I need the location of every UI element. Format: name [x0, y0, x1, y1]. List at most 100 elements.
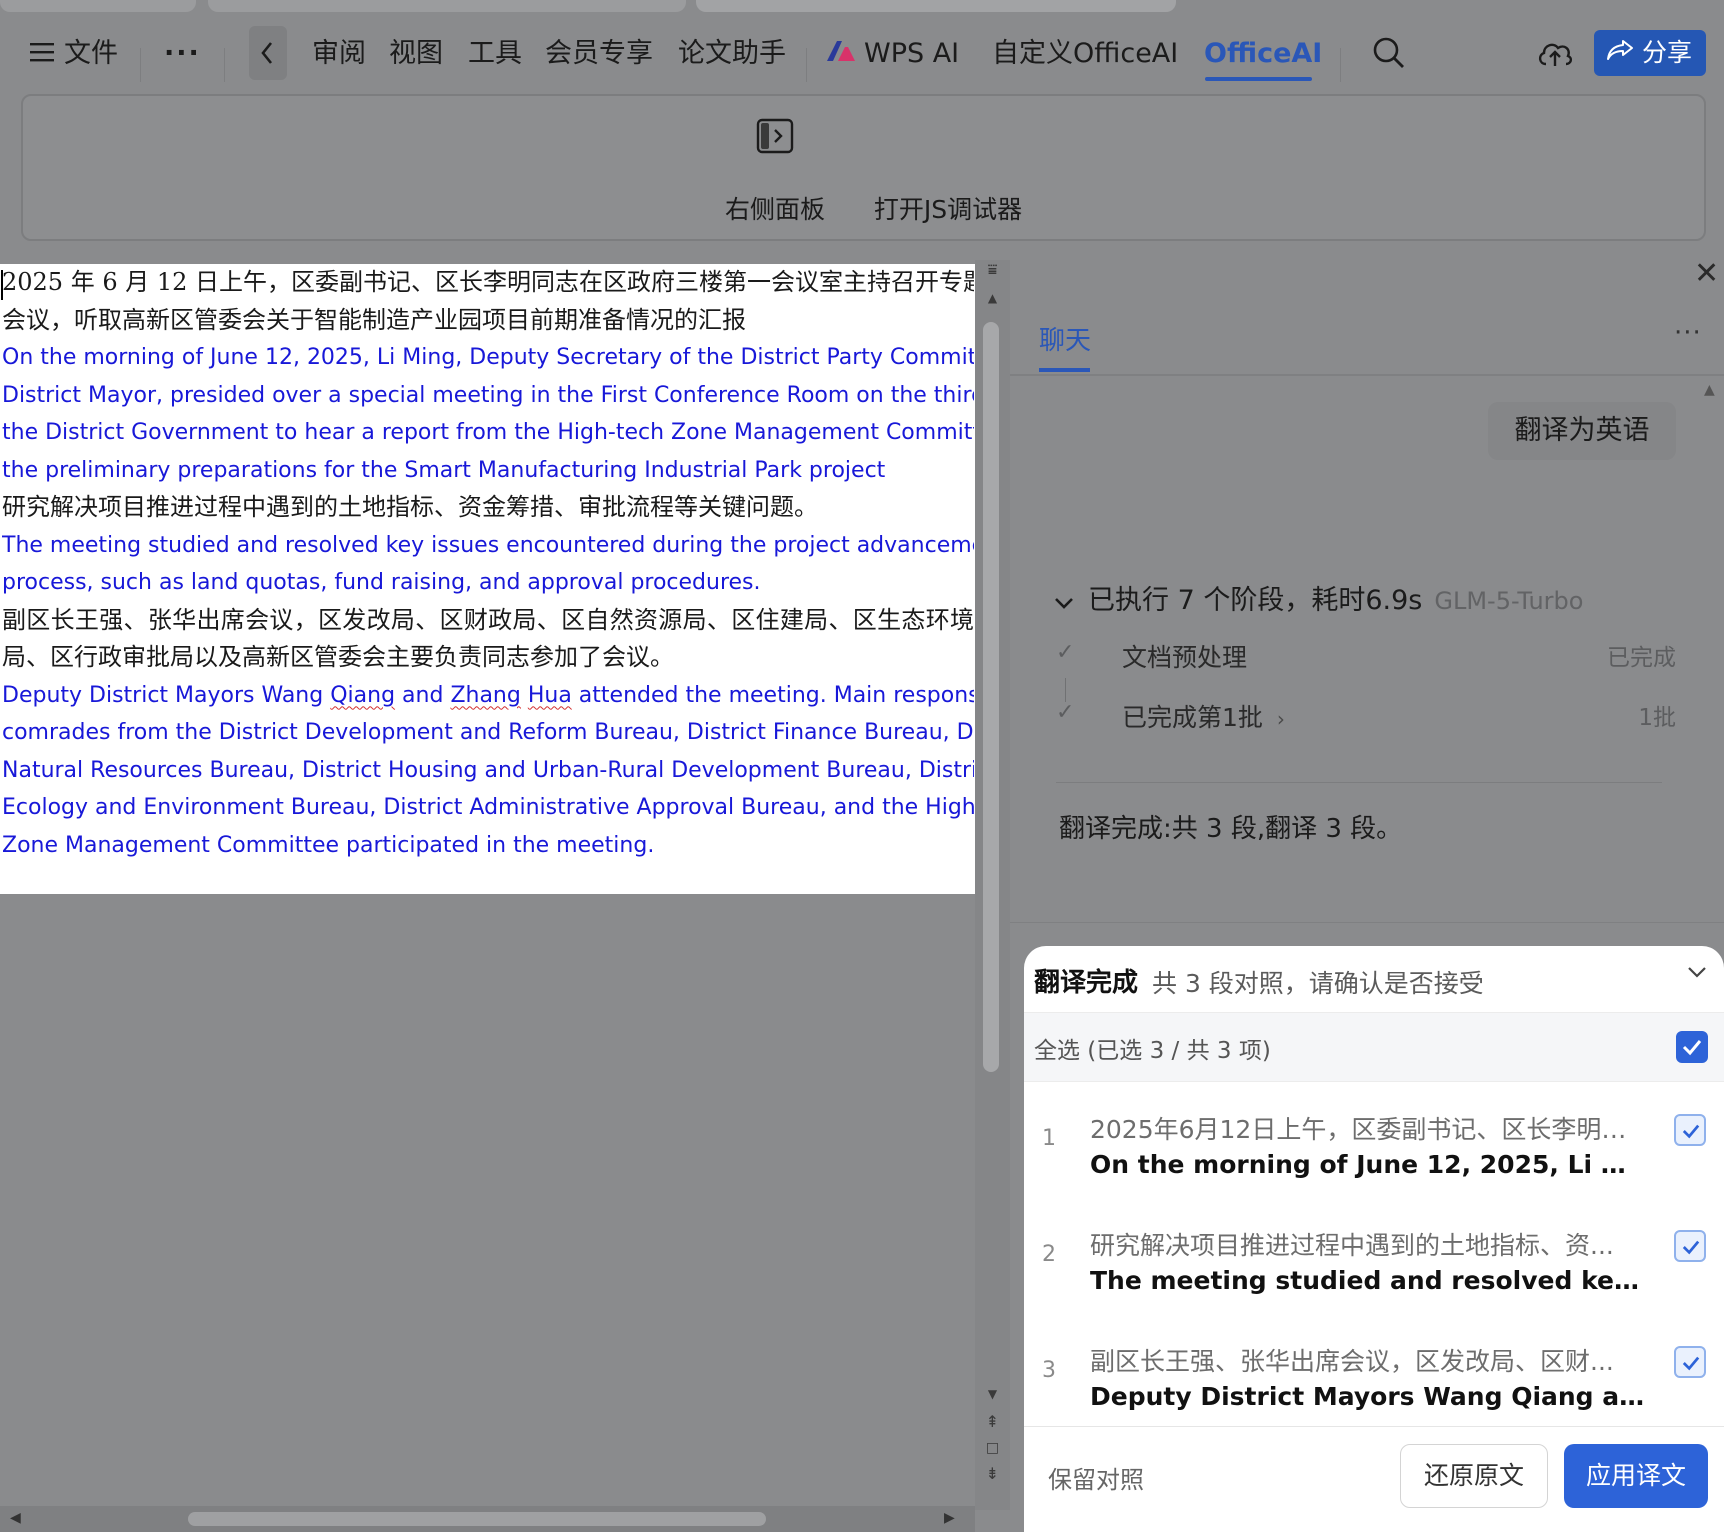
- scroll-down-arrow-icon[interactable]: ▼: [975, 1384, 1010, 1404]
- check-icon: ✓: [1056, 700, 1075, 725]
- menu-wps-ai[interactable]: WPS AI: [826, 32, 959, 76]
- list-item[interactable]: 2 研究解决项目推进过程中遇到的土地指标、资... The meeting st…: [1024, 1216, 1724, 1326]
- document-body[interactable]: 2025 年 6 月 12 日上午，区委副书记、区长李明同志在区政府三楼第一会议…: [2, 264, 974, 864]
- step-label: 已完成第1批 ›: [1122, 698, 1285, 734]
- window-tab-active[interactable]: [696, 0, 1176, 12]
- checkbox-checked-icon: [1682, 1124, 1700, 1139]
- result-message: 翻译完成:共 3 段,翻译 3 段。: [1059, 814, 1403, 844]
- step-label: 文档预处理: [1122, 643, 1248, 672]
- next-page-icon[interactable]: ⇟: [975, 1464, 1010, 1484]
- text-line: Deputy District Mayors Wang Qiang and Zh…: [2, 677, 974, 715]
- js-debugger-button[interactable]: 打开JS调试器: [863, 108, 1033, 230]
- paragraph-1-en: On the morning of June 12, 2025, Li Ming…: [2, 339, 974, 489]
- text-line: 局、区行政审批局以及高新区管委会主要负责同志参加了会议。: [2, 643, 674, 671]
- close-icon[interactable]: ✕: [1694, 256, 1719, 291]
- share-label: 分享: [1642, 38, 1693, 67]
- more-icon[interactable]: ···: [1674, 318, 1702, 348]
- item-checkbox[interactable]: [1674, 1230, 1706, 1262]
- menu-review[interactable]: 审阅: [312, 32, 366, 76]
- card-title: 翻译完成: [1034, 968, 1139, 998]
- item-source-text: 研究解决项目推进过程中遇到的土地指标、资...: [1090, 1231, 1614, 1260]
- window-tab[interactable]: [208, 0, 686, 12]
- step-status: 已完成: [1607, 645, 1676, 671]
- select-all-row[interactable]: 全选 (已选 3 / 共 3 项): [1024, 1012, 1724, 1082]
- js-debugger-label: 打开JS调试器: [873, 195, 1023, 224]
- item-number: 2: [1042, 1242, 1056, 1267]
- item-translated-text: Deputy District Mayors Wang Qiang and Zh…: [1090, 1382, 1650, 1411]
- divider: [1010, 374, 1724, 376]
- chevron-down-icon[interactable]: [1686, 960, 1708, 985]
- more-icon[interactable]: ···: [164, 32, 201, 76]
- spellcheck-word[interactable]: Zhang: [450, 683, 520, 708]
- text-line: 2025 年 6 月 12 日上午，区委副书记、区长李明同志在区政府三楼第一会议…: [2, 268, 974, 296]
- checkbox-checked-icon: [1682, 1356, 1700, 1371]
- text-line: process, such as land quotas, fund raisi…: [2, 570, 761, 595]
- document-horizontal-scrollbar[interactable]: ◀ ▶: [0, 1506, 975, 1532]
- step-status: 1批: [1638, 705, 1676, 731]
- menu-tools[interactable]: 工具: [468, 32, 522, 76]
- scroll-left-arrow-icon[interactable]: ◀: [10, 1510, 21, 1526]
- restore-original-button[interactable]: 还原原文: [1400, 1444, 1548, 1508]
- side-panel-icon: [756, 118, 794, 158]
- text-line: the preliminary preparations for the Sma…: [2, 457, 886, 483]
- select-all-label: 全选 (已选 3 / 共 3 项): [1034, 1038, 1271, 1064]
- document-area: 2025 年 6 月 12 日上午，区委副书记、区长李明同志在区政府三楼第一会议…: [0, 260, 1030, 1532]
- text-run: and: [395, 682, 451, 708]
- browse-object-icon[interactable]: □: [975, 1438, 1010, 1458]
- user-message-bubble: 翻译为英语: [1488, 402, 1676, 460]
- list-item[interactable]: 1 2025年6月12日上午，区委副书记、区长李明同... On the mor…: [1024, 1100, 1724, 1210]
- wps-ai-logo-icon: [826, 33, 856, 77]
- step-row[interactable]: ✓ 已完成第1批 › 1批: [1056, 698, 1676, 738]
- document-page[interactable]: 2025 年 6 月 12 日上午，区委副书记、区长李明同志在区政府三楼第一会议…: [0, 264, 1030, 894]
- menu-member[interactable]: 会员专享: [545, 32, 653, 76]
- text-line: the District Government to hear a report…: [2, 420, 974, 445]
- scroll-right-arrow-icon[interactable]: ▶: [944, 1510, 955, 1526]
- select-all-checkbox[interactable]: [1676, 1031, 1708, 1063]
- menu-divider: [1340, 48, 1341, 82]
- right-panel-button[interactable]: 右侧面板: [719, 108, 831, 230]
- text-line: 研究解决项目推进过程中遇到的土地指标、资金筹措、审批流程等关键问题。: [2, 493, 818, 521]
- translation-confirm-card: 翻译完成 共 3 段对照，请确认是否接受 全选 (已选 3 / 共 3 项) 1…: [1024, 946, 1724, 1532]
- text-line: Natural Resources Bureau, District Housi…: [2, 757, 974, 783]
- tab-chat[interactable]: 聊天: [1039, 320, 1091, 357]
- menu-view[interactable]: 视图: [389, 32, 443, 76]
- wps-ai-label: WPS AI: [864, 38, 960, 69]
- text-run: Deputy District Mayors Wang: [2, 682, 331, 708]
- apply-translation-button[interactable]: 应用译文: [1564, 1444, 1708, 1508]
- menu-officeai[interactable]: OfficeAI: [1204, 32, 1322, 76]
- share-button[interactable]: 分享: [1594, 30, 1706, 76]
- item-source-text: 副区长王强、张华出席会议，区发改局、区财...: [1090, 1347, 1614, 1376]
- execution-summary[interactable]: 已执行 7 个阶段，耗时6.9s GLM-5-Turbo: [1054, 578, 1583, 617]
- hamburger-icon: [30, 33, 54, 77]
- menu-divider: [806, 48, 807, 82]
- text-run: [521, 683, 528, 708]
- item-translated-text: The meeting studied and resolved key iss…: [1090, 1266, 1650, 1295]
- item-translated-text: On the morning of June 12, 2025, Li Ming…: [1090, 1150, 1650, 1179]
- menu-custom-officeai[interactable]: 自定义OfficeAI: [992, 32, 1178, 76]
- step-row: ✓ 文档预处理 已完成: [1056, 638, 1676, 678]
- item-checkbox[interactable]: [1674, 1114, 1706, 1146]
- paragraph-3-en: Deputy District Mayors Wang Qiang and Zh…: [2, 677, 974, 865]
- text-run: attended the meeting. Main responsible: [578, 682, 974, 708]
- scroll-up-arrow-icon[interactable]: ▲: [975, 288, 1010, 308]
- vertical-scroll-thumb[interactable]: [983, 322, 999, 1072]
- horizontal-scroll-thumb[interactable]: [188, 1512, 766, 1526]
- document-vertical-scrollbar[interactable]: ⩸ ▲ ▼ ⇞ □ ⇟: [975, 260, 1010, 1510]
- card-subtitle: 共 3 段对照，请确认是否接受: [1152, 969, 1484, 998]
- spellcheck-word[interactable]: Qiang: [330, 683, 395, 708]
- keep-comparison-button[interactable]: 保留对照: [1048, 1460, 1144, 1495]
- menu-thesis[interactable]: 论文助手: [678, 32, 786, 76]
- spellcheck-word[interactable]: Hua: [528, 683, 572, 708]
- previous-page-icon[interactable]: ⇞: [975, 1412, 1010, 1432]
- item-checkbox[interactable]: [1674, 1346, 1706, 1378]
- cloud-upload-icon[interactable]: [1536, 36, 1574, 74]
- text-line: Zone Management Committee participated i…: [2, 832, 655, 858]
- split-handle-icon[interactable]: ⩸: [975, 260, 1010, 280]
- scroll-tabs-left-button[interactable]: [249, 26, 287, 80]
- menu-divider: [224, 48, 225, 82]
- menu-bar: 文件 ··· 审阅 视图 工具 会员专享 论文助手 WPS AI 自定义Offi…: [0, 12, 1724, 94]
- search-icon[interactable]: [1372, 36, 1406, 74]
- scroll-up-arrow-icon[interactable]: ▲: [1704, 382, 1715, 398]
- file-menu[interactable]: 文件: [30, 32, 118, 76]
- paragraph-1-zh: 2025 年 6 月 12 日上午，区委副书记、区长李明同志在区政府三楼第一会议…: [2, 264, 974, 339]
